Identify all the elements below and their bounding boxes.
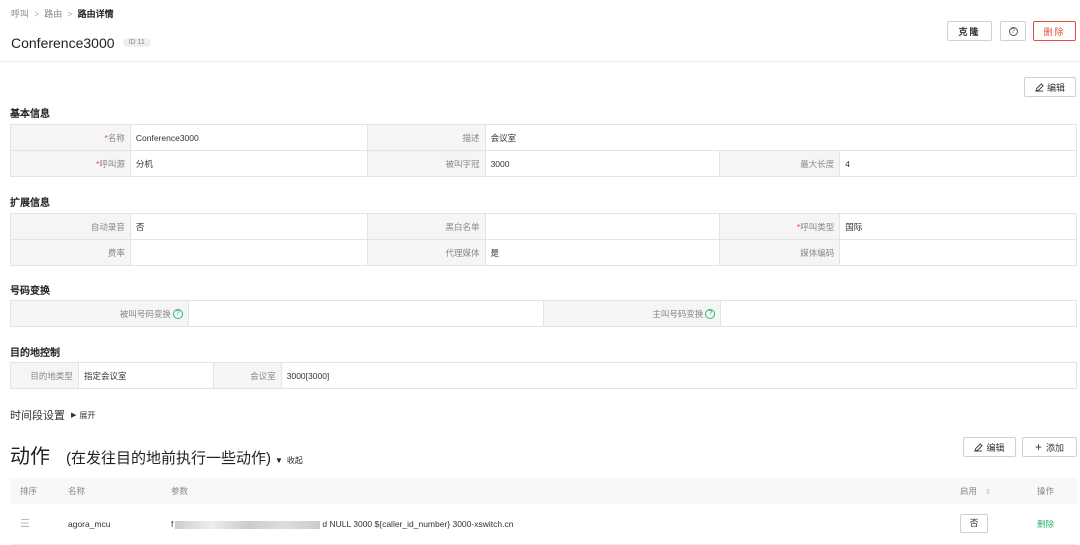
maxlen-label: 最大长度 — [719, 150, 841, 177]
breadcrumb-item-route[interactable]: 路由 — [44, 9, 62, 19]
extended-info-table: 自动录音 否 黑白名单 *呼叫类型 国际 费率 代理媒体 是 媒体编码 — [10, 213, 1077, 266]
page-header: 呼叫 > 路由 > 路由详情 Conference3000 ID 11 克隆 ? 删除 — [0, 0, 1080, 62]
dest-type-label: 目的地类型 — [10, 362, 79, 389]
col-ops: 操作 — [1027, 478, 1077, 504]
plus-icon: + — [1034, 440, 1042, 454]
calltype-value: 国际 — [839, 213, 1077, 240]
dest-type-value: 指定会议室 — [77, 362, 214, 389]
caller-transform-value — [720, 300, 1077, 327]
calltype-label: *呼叫类型 — [719, 213, 841, 240]
help-circle-icon[interactable]: ? — [172, 309, 183, 320]
enabled-toggle-button[interactable]: 否 — [960, 514, 988, 534]
actions-add-button[interactable]: + 添加 — [1022, 437, 1077, 457]
col-params: 参数 — [161, 478, 950, 504]
destination-table: 目的地类型 指定会议室 会议室 3000[3000] — [10, 362, 1078, 389]
delete-button[interactable]: 删除 — [1033, 21, 1076, 41]
name-value: Conference3000 — [129, 124, 368, 151]
expand-label[interactable]: 展开 — [79, 410, 95, 421]
question-icon: ? — [1008, 26, 1018, 36]
section-basic-title: 基本信息 — [10, 109, 50, 120]
help-circle-icon[interactable]: ? — [705, 309, 716, 320]
edit-button[interactable]: 编辑 — [1024, 77, 1076, 97]
room-label: 会议室 — [212, 362, 282, 389]
breadcrumb: 呼叫 > 路由 > 路由详情 — [11, 7, 114, 20]
actions-table: 排序 名称 参数 启用 ⇕ 操作 ☰ agora_mcu fd NULL 3000… — [10, 478, 1077, 545]
actions-edit-button[interactable]: 编辑 — [963, 437, 1016, 457]
action-name: agora_mcu — [58, 504, 161, 545]
basic-info-table: *名称 Conference3000 描述 会议室 *呼叫源 分机 被叫字冠 3… — [10, 124, 1078, 177]
page-title-text: Conference3000 — [11, 35, 115, 51]
section-extended-title: 扩展信息 — [10, 198, 50, 209]
prefix-value: 3000 — [484, 150, 721, 177]
col-order: 排序 — [10, 478, 58, 504]
pencil-icon — [974, 442, 984, 452]
proxy-label: 代理媒体 — [366, 239, 486, 266]
prefix-label: 被叫字冠 — [366, 150, 486, 177]
action-params: fd NULL 3000 ${caller_id_number} 3000-xs… — [161, 504, 950, 545]
record-label: 自动录音 — [10, 213, 131, 240]
main-content: 编辑 基本信息 *名称 Conference3000 描述 会议室 *呼叫源 分… — [0, 62, 1080, 545]
id-badge: ID 11 — [122, 37, 151, 47]
time-section-label: 时间段设置 — [10, 410, 65, 422]
codec-label: 媒体编码 — [719, 239, 841, 266]
edit-label: 编辑 — [1046, 82, 1065, 93]
callee-transform-value — [187, 300, 545, 327]
section-transform-title: 号码变换 — [10, 286, 50, 297]
rate-label: 费率 — [10, 239, 131, 266]
col-enabled[interactable]: 启用 ⇕ — [950, 478, 1027, 504]
breadcrumb-separator: > — [67, 9, 73, 19]
add-label: 添加 — [1046, 442, 1065, 453]
source-value: 分机 — [129, 150, 368, 177]
codec-value — [839, 239, 1077, 266]
caller-transform-label: 主叫号码变换? — [543, 300, 722, 327]
time-section-toggle[interactable]: 时间段设置 ▶ 展开 — [10, 407, 95, 423]
clone-button[interactable]: 克隆 — [947, 21, 992, 41]
redacted-block — [175, 520, 321, 529]
help-button[interactable]: ? — [1000, 21, 1026, 41]
actions-header: 动作 (在发往目的地前执行一些动作) ▼ 收起 — [10, 440, 303, 469]
breadcrumb-separator: > — [34, 9, 40, 19]
caret-right-icon: ▶ — [71, 412, 77, 419]
actions-title: 动作 — [10, 446, 50, 468]
blacklist-label: 黑白名单 — [366, 213, 486, 240]
sort-icon[interactable]: ⇕ — [985, 489, 991, 496]
transform-table: 被叫号码变换? 主叫号码变换? — [10, 300, 1077, 327]
rate-value — [129, 239, 368, 266]
collapse-label[interactable]: 收起 — [287, 455, 303, 466]
callee-transform-label: 被叫号码变换? — [10, 300, 189, 327]
actions-subtitle: (在发往目的地前执行一些动作) — [66, 450, 271, 467]
blacklist-value — [484, 213, 721, 240]
col-name: 名称 — [58, 478, 161, 504]
maxlen-value: 4 — [839, 150, 1077, 177]
breadcrumb-current: 路由详情 — [77, 9, 114, 19]
proxy-value: 是 — [484, 239, 721, 266]
breadcrumb-item-call[interactable]: 呼叫 — [11, 9, 29, 19]
edit-label: 编辑 — [986, 442, 1005, 453]
record-value: 否 — [129, 213, 368, 240]
table-row: ☰ agora_mcu fd NULL 3000 ${caller_id_num… — [10, 504, 1077, 545]
actions-table-header: 排序 名称 参数 启用 ⇕ 操作 — [10, 478, 1077, 504]
name-label: *名称 — [10, 124, 131, 151]
source-label: *呼叫源 — [10, 150, 131, 177]
section-destination-title: 目的地控制 — [10, 348, 60, 359]
pencil-icon — [1035, 82, 1044, 92]
drag-handle-icon[interactable]: ☰ — [20, 518, 30, 530]
room-value: 3000[3000] — [280, 362, 1078, 389]
caret-down-icon[interactable]: ▼ — [275, 456, 283, 465]
row-delete-link[interactable]: 删除 — [1037, 519, 1054, 529]
desc-label: 描述 — [366, 124, 486, 151]
desc-value: 会议室 — [484, 124, 1078, 151]
page-title: Conference3000 ID 11 — [11, 35, 151, 51]
